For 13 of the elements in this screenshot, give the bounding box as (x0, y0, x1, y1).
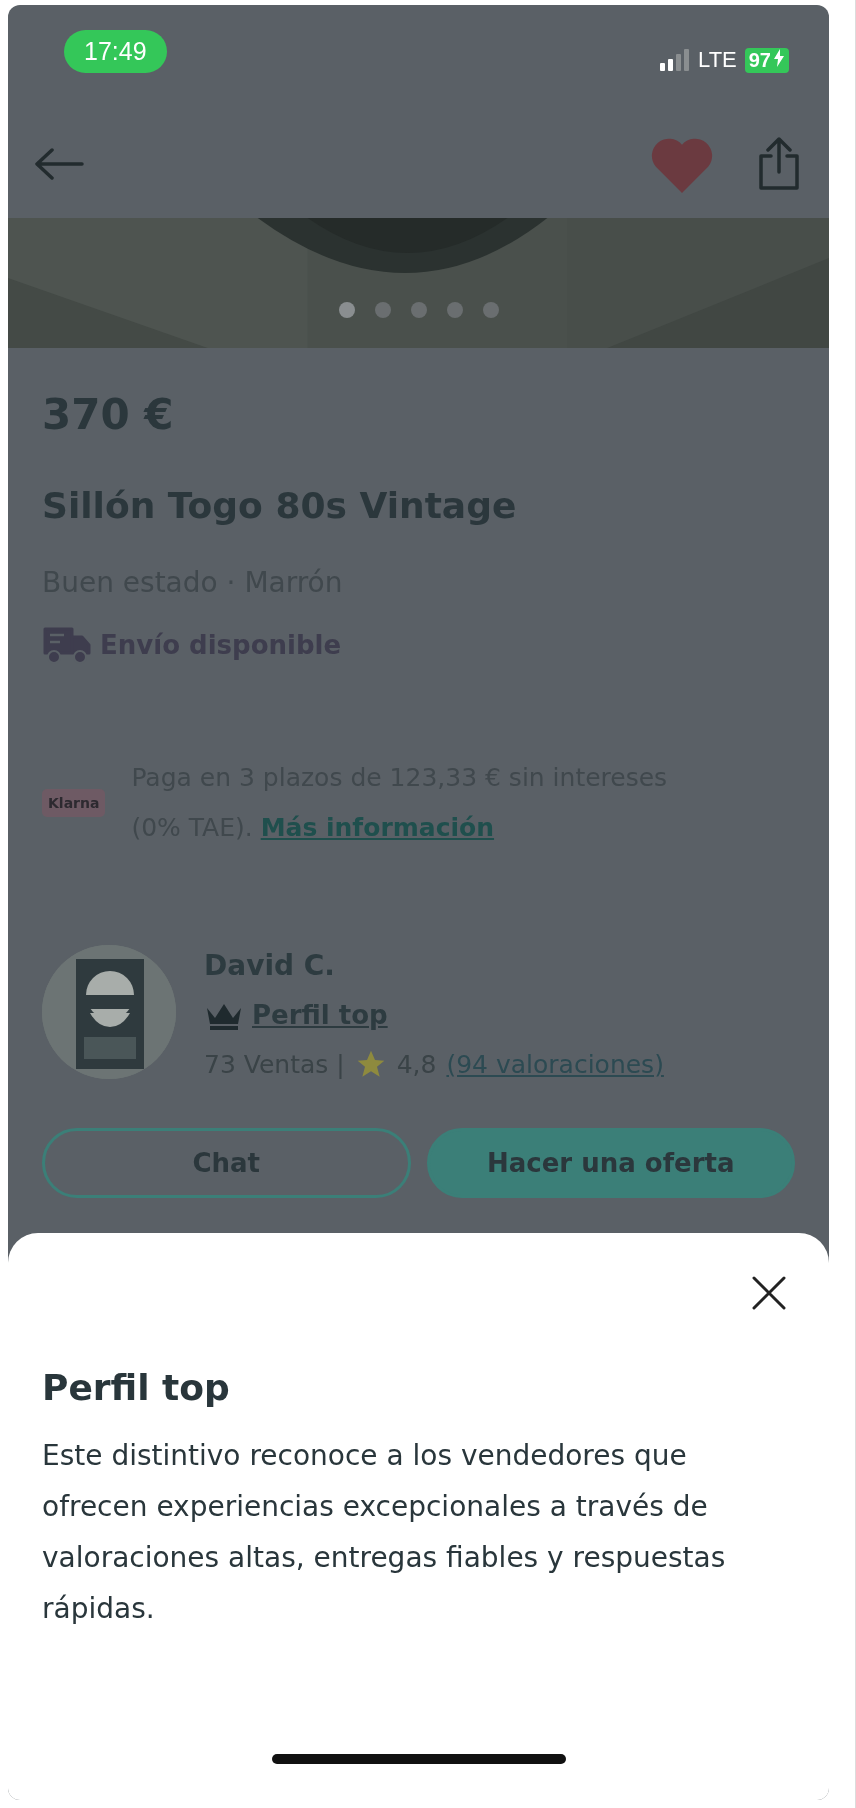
network-label: LTE (698, 47, 737, 73)
klarna-badge: Klarna (42, 789, 106, 817)
more-info-link[interactable]: Más información (260, 813, 495, 842)
truck-icon (42, 625, 92, 665)
status-time: 17:49 (64, 30, 167, 73)
close-button[interactable] (751, 1275, 787, 1311)
charging-icon (773, 48, 785, 67)
signal-icon (660, 49, 691, 71)
sheet-text: Este distintivo reconoce a los vendedores que ofrecen experiencias excepcionales a través de valoraciones altas, entregas fiables y respuestas rápidas. (42, 1438, 727, 1627)
battery-level: 97 (744, 47, 789, 73)
offer-button[interactable]: Hacer una oferta (426, 1128, 795, 1198)
sheet-title: Perfil top (42, 1367, 231, 1408)
back-arrow-icon[interactable] (34, 148, 84, 180)
